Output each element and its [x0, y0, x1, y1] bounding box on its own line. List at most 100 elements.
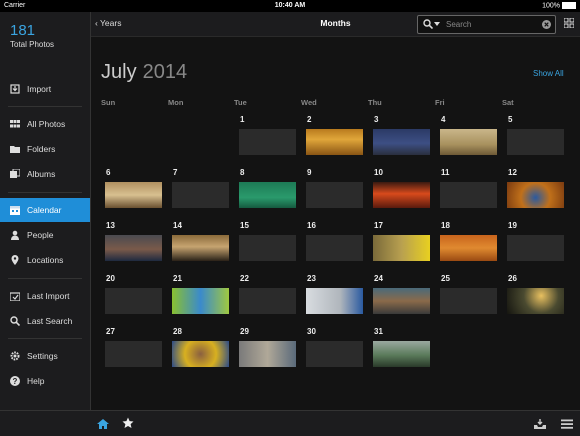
search-input[interactable]: Search	[417, 15, 556, 34]
menu-icon[interactable]	[561, 418, 573, 430]
day-number: 1	[240, 115, 245, 124]
month-name: July	[101, 61, 137, 83]
day-cell-7[interactable]	[172, 182, 229, 208]
sidebar-item-folders[interactable]: Folders	[0, 137, 90, 161]
day-cell-2[interactable]	[306, 129, 363, 155]
import-icon	[10, 84, 20, 94]
day-cell-31[interactable]	[373, 341, 430, 367]
sidebar-item-all-photos[interactable]: All Photos	[0, 112, 90, 136]
day-cell-13[interactable]	[105, 235, 162, 261]
day-cell-1[interactable]	[239, 129, 296, 155]
day-cell-25[interactable]	[440, 288, 497, 314]
divider	[8, 106, 82, 107]
day-number: 6	[106, 168, 111, 177]
search-icon	[423, 19, 433, 29]
day-cell-11[interactable]	[440, 182, 497, 208]
day-cell-14[interactable]	[172, 235, 229, 261]
sidebar-item-locations[interactable]: Locations	[0, 248, 90, 272]
day-cell-3[interactable]	[373, 129, 430, 155]
sidebar-item-people[interactable]: People	[0, 223, 90, 247]
sidebar-item-settings[interactable]: Settings	[0, 344, 90, 368]
day-cell-9[interactable]	[306, 182, 363, 208]
weekday-label: Tue	[234, 98, 247, 107]
day-cell-27[interactable]	[105, 341, 162, 367]
divider	[8, 278, 82, 279]
day-number: 23	[307, 274, 316, 283]
photo-count: 181	[10, 22, 36, 39]
battery-indicator: 100%	[542, 2, 576, 9]
sidebar-item-label: All Photos	[27, 119, 66, 129]
day-cell-28[interactable]	[172, 341, 229, 367]
day-cell-5[interactable]	[507, 129, 564, 155]
star-icon[interactable]	[122, 417, 134, 429]
day-cell-22[interactable]	[239, 288, 296, 314]
home-icon[interactable]	[97, 418, 109, 430]
last-import-icon	[10, 292, 20, 301]
day-cell-19[interactable]	[507, 235, 564, 261]
search-placeholder: Search	[446, 20, 472, 29]
day-cell-15[interactable]	[239, 235, 296, 261]
status-bar: Carrier 10:40 AM 100%	[0, 0, 580, 12]
day-number: 25	[441, 274, 450, 283]
day-number: 17	[374, 221, 383, 230]
day-number: 22	[240, 274, 249, 283]
clock: 10:40 AM	[274, 2, 306, 9]
divider	[8, 192, 82, 193]
sidebar-item-last-search[interactable]: Last Search	[0, 309, 90, 333]
day-number: 7	[173, 168, 178, 177]
day-cell-12[interactable]	[507, 182, 564, 208]
day-cell-17[interactable]	[373, 235, 430, 261]
day-number: 10	[374, 168, 383, 177]
day-number: 28	[173, 327, 182, 336]
day-number: 4	[441, 115, 446, 124]
sidebar-item-label: Folders	[27, 144, 56, 154]
chevron-down-icon[interactable]	[434, 22, 440, 27]
day-cell-10[interactable]	[373, 182, 430, 208]
show-all-link[interactable]: Show All	[533, 69, 564, 78]
import-tray-icon[interactable]	[534, 418, 546, 430]
day-cell-16[interactable]	[306, 235, 363, 261]
bottom-toolbar	[91, 410, 580, 436]
gear-icon	[10, 351, 20, 361]
sidebar-item-help[interactable]: ? Help	[0, 369, 90, 393]
weekday-label: Wed	[301, 98, 317, 107]
location-pin-icon	[11, 255, 19, 265]
day-number: 19	[508, 221, 517, 230]
day-number: 14	[173, 221, 182, 230]
day-cell-29[interactable]	[239, 341, 296, 367]
sidebar-item-label: Help	[27, 376, 45, 386]
sidebar-item-label: Calendar	[27, 205, 62, 215]
day-cell-30[interactable]	[306, 341, 363, 367]
sidebar-item-albums[interactable]: Albums	[0, 162, 90, 186]
person-icon	[11, 230, 19, 240]
folder-icon	[10, 146, 20, 153]
day-cell-4[interactable]	[440, 129, 497, 155]
calendar-icon	[10, 206, 20, 215]
day-cell-8[interactable]	[239, 182, 296, 208]
day-cell-26[interactable]	[507, 288, 564, 314]
day-cell-24[interactable]	[373, 288, 430, 314]
clear-icon[interactable]	[542, 20, 551, 29]
sidebar-item-label: Import	[27, 84, 52, 94]
day-cell-21[interactable]	[172, 288, 229, 314]
day-cell-18[interactable]	[440, 235, 497, 261]
day-cell-23[interactable]	[306, 288, 363, 314]
day-number: 16	[307, 221, 316, 230]
day-cell-6[interactable]	[105, 182, 162, 208]
sidebar-item-import[interactable]: Import	[0, 77, 90, 101]
help-icon: ?	[10, 376, 20, 386]
day-number: 18	[441, 221, 450, 230]
day-number: 27	[106, 327, 115, 336]
sidebar-item-label: Settings	[27, 351, 58, 361]
sidebar-item-last-import[interactable]: Last Import	[0, 284, 90, 308]
year-label: 2014	[142, 61, 188, 83]
day-cell-20[interactable]	[105, 288, 162, 314]
day-number: 24	[374, 274, 383, 283]
day-number: 8	[240, 168, 245, 177]
grid-view-icon[interactable]	[564, 18, 574, 28]
battery-icon	[562, 2, 576, 9]
sidebar-item-calendar[interactable]: Calendar	[0, 198, 90, 222]
day-number: 12	[508, 168, 517, 177]
day-number: 15	[240, 221, 249, 230]
day-number: 20	[106, 274, 115, 283]
